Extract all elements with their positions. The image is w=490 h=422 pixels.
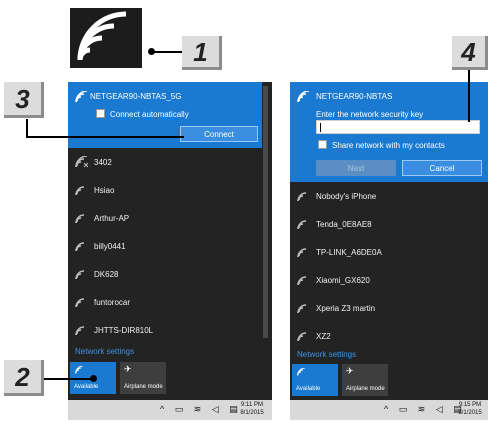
list-item[interactable]: Xiaomi_GX620 xyxy=(290,266,370,294)
wifi-signal-icon xyxy=(296,190,310,202)
callout-leader xyxy=(152,51,184,53)
text-cursor xyxy=(320,123,321,132)
network-name: Tenda_0E8AE8 xyxy=(316,219,372,229)
list-item[interactable]: Xperia Z3 martin xyxy=(290,294,375,322)
network-name: 3402 xyxy=(94,157,112,167)
wifi-secured-icon xyxy=(74,155,89,168)
selected-network-card[interactable]: NETGEAR90-NBTAS Enter the network securi… xyxy=(290,82,488,182)
clock-date: 8/1/2015 xyxy=(240,410,264,416)
network-name: DK628 xyxy=(94,269,119,279)
scrollbar[interactable] xyxy=(263,86,268,338)
wifi-signal-icon xyxy=(296,274,310,286)
network-settings-link[interactable]: Network settings xyxy=(297,350,356,359)
network-name: Hsiao xyxy=(94,185,115,195)
share-network-checkbox[interactable] xyxy=(318,140,327,149)
airplane-mode-tile[interactable]: ✈ Airplane mode xyxy=(342,364,388,396)
network-name: funtorocar xyxy=(94,297,131,307)
network-flyout-left: NETGEAR90-NBTAS_5G Connect automatically… xyxy=(68,82,272,400)
wifi-tile-label: Available xyxy=(296,386,321,392)
security-key-prompt: Enter the network security key xyxy=(316,110,424,119)
wifi-signal-icon xyxy=(296,218,310,230)
network-name: billy0441 xyxy=(94,241,126,251)
network-name: Xiaomi_GX620 xyxy=(316,275,370,285)
network-name: Xperia Z3 martin xyxy=(316,303,376,313)
network-name: Nobody's iPhone xyxy=(316,191,377,201)
selected-network-name: NETGEAR90-NBTAS_5G xyxy=(90,92,182,101)
wifi-signal-icon xyxy=(74,296,88,308)
clock-date: 8/1/2015 xyxy=(458,410,482,416)
network-name: JHTTS-DIR810L xyxy=(94,325,154,335)
clock-time: 9:11 PM xyxy=(241,402,263,408)
clock-time: 9:15 PM xyxy=(458,402,482,408)
wifi-signal-icon xyxy=(74,212,88,224)
callout-leader xyxy=(468,70,470,122)
share-network-label: Share network with my contacts xyxy=(332,141,445,150)
wifi-tile-label: Available xyxy=(74,384,99,390)
wifi-signal-icon xyxy=(74,90,88,103)
wifi-signal-icon xyxy=(296,90,310,103)
list-item[interactable]: 3402 xyxy=(68,148,112,176)
airplane-tile-label: Airplane mode xyxy=(346,386,385,392)
wifi-signal-icon xyxy=(296,302,310,314)
callout-3: 3 xyxy=(4,82,44,118)
network-name: XZ2 xyxy=(316,331,331,341)
list-item[interactable]: Arthur-AP xyxy=(68,204,129,232)
callout-2: 2 xyxy=(4,360,44,396)
wifi-signal-icon xyxy=(296,330,310,342)
wifi-signal-icon xyxy=(74,240,88,252)
wifi-signal-icon xyxy=(74,184,88,196)
list-item[interactable]: TP-LINK_A6DE0A xyxy=(290,238,382,266)
list-item[interactable]: DK628 xyxy=(68,260,118,288)
airplane-tile-label: Airplane mode xyxy=(124,384,163,390)
wifi-icon xyxy=(74,365,84,376)
airplane-mode-tile[interactable]: ✈ Airplane mode xyxy=(120,362,166,394)
network-name: Arthur-AP xyxy=(94,213,130,223)
callout-leader xyxy=(26,136,184,138)
callout-4: 4 xyxy=(452,36,488,70)
wifi-signal-icon xyxy=(74,268,88,280)
airplane-icon: ✈ xyxy=(346,366,354,376)
selected-network-card[interactable]: NETGEAR90-NBTAS_5G Connect automatically… xyxy=(68,82,262,148)
selected-network-name: NETGEAR90-NBTAS xyxy=(316,92,393,101)
network-name: TP-LINK_A6DE0A xyxy=(316,247,382,257)
network-flyout-right: NETGEAR90-NBTAS Enter the network securi… xyxy=(290,82,488,400)
airplane-icon: ✈ xyxy=(124,364,132,374)
list-item[interactable]: XZ2 xyxy=(290,322,331,350)
system-tray-icons[interactable]: ^ ▭ ≋ ◁ ▤ xyxy=(160,404,242,415)
cancel-button[interactable]: Cancel xyxy=(402,160,482,176)
wifi-icon xyxy=(296,367,306,378)
list-item[interactable]: Tenda_0E8AE8 xyxy=(290,210,372,238)
list-item[interactable]: Hsiao xyxy=(68,176,114,204)
connect-button[interactable]: Connect xyxy=(180,126,258,142)
network-settings-link[interactable]: Network settings xyxy=(75,347,134,356)
connect-automatically-label: Connect automatically xyxy=(110,110,189,119)
list-item[interactable]: JHTTS-DIR810L xyxy=(68,316,153,344)
list-item[interactable]: Nobody's iPhone xyxy=(290,182,376,210)
callout-1: 1 xyxy=(182,36,222,70)
next-button[interactable]: Next xyxy=(316,160,396,176)
taskbar-right: ^ ▭ ≋ ◁ ▤ 9:15 PM 8/1/2015 xyxy=(290,400,488,420)
security-key-input[interactable] xyxy=(316,120,480,134)
taskbar-left: ^ ▭ ≋ ◁ ▤ 9:11 PM 8/1/2015 xyxy=(68,400,272,420)
wifi-signal-icon xyxy=(296,246,310,258)
wifi-toggle-tile[interactable]: Available xyxy=(292,364,338,396)
connect-automatically-checkbox[interactable] xyxy=(96,109,105,118)
callout-dot xyxy=(90,375,97,382)
callout-leader xyxy=(44,378,92,380)
list-item[interactable]: funtorocar xyxy=(68,288,130,316)
list-item[interactable]: billy0441 xyxy=(68,232,126,260)
wifi-signal-icon xyxy=(74,324,88,336)
callout-leader xyxy=(26,119,28,137)
wifi-network-icon xyxy=(70,8,142,68)
